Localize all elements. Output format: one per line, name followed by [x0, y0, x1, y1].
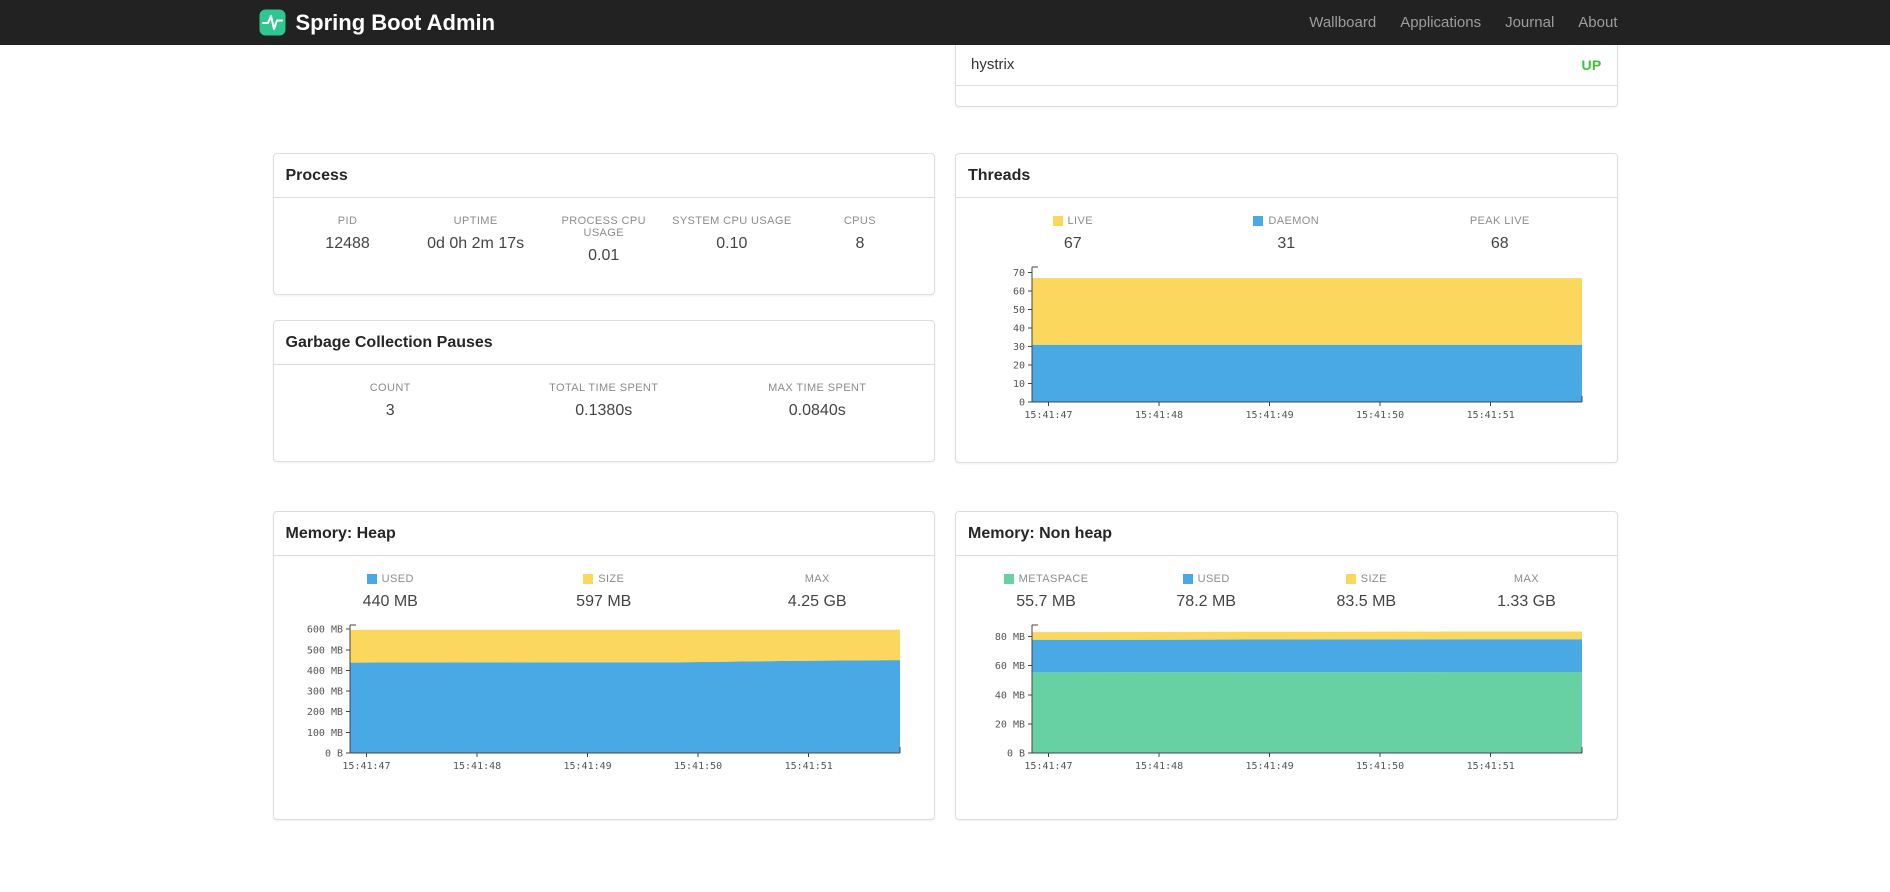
nav-link-wallboard[interactable]: Wallboard — [1297, 14, 1388, 31]
legend-item-daemon: DAEMON 31 — [1180, 215, 1394, 253]
memory-nonheap-chart: 0 B 20 MB 40 MB 60 MB 80 MB 15:41:47 15:41:48 1… — [962, 619, 1617, 788]
memory-heap-legend: USED 440 MB SIZE 597 MB MAX 4.25 GB — [274, 556, 935, 611]
legend-item-heap-max: MAX 4.25 GB — [787, 573, 847, 610]
svg-text:15:41:48: 15:41:48 — [453, 761, 501, 772]
svg-text:30: 30 — [1013, 342, 1025, 353]
svg-text:80 MB: 80 MB — [995, 632, 1025, 643]
svg-text:20: 20 — [1013, 361, 1025, 372]
stat-gc-max-time: MAX TIME SPENT 0.0840s — [768, 382, 867, 419]
legend-swatch-daemon — [1253, 216, 1264, 226]
gc-card-title: Garbage Collection Pauses — [273, 321, 934, 365]
svg-text:60 MB: 60 MB — [995, 661, 1025, 672]
health-card: hystrix UP — [955, 45, 1618, 107]
stat-pid: PID 12488 — [325, 215, 370, 252]
legend-swatch-nonheap-size — [1345, 574, 1356, 584]
memory-nonheap-card: Memory: Non heap METASPACE 55.7 MB USED — [955, 511, 1618, 820]
svg-text:15:41:50: 15:41:50 — [674, 761, 722, 772]
process-card: Process PID 12488 UPTIME 0d 0h 2m 17s PR… — [272, 153, 935, 295]
stat-gc-count: COUNT 3 — [369, 382, 411, 419]
svg-text:15:41:49: 15:41:49 — [1246, 410, 1294, 421]
legend-item-peak-live: PEAK LIVE 68 — [1469, 215, 1530, 252]
legend-item-nonheap-used: USED 78.2 MB — [1176, 573, 1236, 610]
threads-chart: 0 10 20 30 40 50 60 70 15:41:47 15:41:48 15:41:49 1… — [962, 261, 1617, 437]
process-stats: PID 12488 UPTIME 0d 0h 2m 17s PROCESS CP… — [274, 198, 935, 265]
svg-text:10: 10 — [1013, 379, 1025, 390]
svg-text:70: 70 — [1013, 268, 1025, 279]
svg-text:20 MB: 20 MB — [995, 719, 1025, 730]
svg-text:300 MB: 300 MB — [306, 687, 342, 698]
svg-text:400 MB: 400 MB — [306, 666, 342, 677]
svg-text:15:41:50: 15:41:50 — [1356, 761, 1404, 772]
svg-text:200 MB: 200 MB — [306, 707, 342, 718]
svg-text:15:41:48: 15:41:48 — [1135, 410, 1183, 421]
memory-heap-card-title: Memory: Heap — [273, 512, 934, 556]
svg-text:40: 40 — [1013, 324, 1025, 335]
legend-item-nonheap-max: MAX 1.33 GB — [1497, 573, 1556, 610]
main-content: hystrix UP Process PID 12488 UPTIME 0d 0… — [272, 45, 1618, 890]
svg-text:15:41:51: 15:41:51 — [1467, 410, 1515, 421]
stat-gc-total-time: TOTAL TIME SPENT 0.1380s — [549, 382, 659, 419]
threads-legend: LIVE 67 DAEMON 31 PEAK LIVE 68 — [956, 198, 1617, 253]
nav-link-applications[interactable]: Applications — [1388, 14, 1493, 31]
svg-text:100 MB: 100 MB — [306, 728, 342, 739]
memory-heap-card: Memory: Heap USED 440 MB SIZE 597 MB MAX… — [272, 511, 935, 820]
brand-title: Spring Boot Admin — [295, 9, 496, 35]
legend-item-metaspace: METASPACE 55.7 MB — [966, 573, 1126, 611]
svg-text:60: 60 — [1013, 287, 1025, 298]
svg-text:15:41:47: 15:41:47 — [342, 761, 390, 772]
svg-text:15:41:49: 15:41:49 — [563, 761, 611, 772]
memory-heap-chart: 0 B 100 MB 200 MB 300 MB 400 MB 500 MB 600 MB 1… — [280, 619, 935, 788]
svg-text:15:41:50: 15:41:50 — [1356, 410, 1404, 421]
stat-process-cpu: PROCESS CPU USAGE 0.01 — [561, 215, 646, 264]
svg-text:600 MB: 600 MB — [306, 625, 342, 636]
process-card-title: Process — [273, 154, 934, 198]
health-row-hystrix: hystrix UP — [956, 45, 1617, 86]
svg-text:500 MB: 500 MB — [306, 645, 342, 656]
legend-swatch-heap-size — [583, 574, 594, 584]
legend-swatch-heap-used — [366, 574, 377, 584]
svg-text:0: 0 — [1019, 398, 1025, 409]
svg-text:15:41:48: 15:41:48 — [1135, 761, 1183, 772]
legend-item-nonheap-size: SIZE 83.5 MB — [1336, 573, 1397, 610]
legend-item-heap-size: SIZE 597 MB — [576, 573, 632, 610]
nav-links: Wallboard Applications Journal About — [1297, 14, 1617, 31]
legend-swatch-live — [1052, 216, 1063, 226]
svg-text:15:41:49: 15:41:49 — [1246, 761, 1294, 772]
svg-text:50: 50 — [1013, 305, 1025, 316]
svg-text:15:41:47: 15:41:47 — [1024, 410, 1072, 421]
stat-uptime: UPTIME 0d 0h 2m 17s — [427, 215, 525, 252]
svg-text:0 B: 0 B — [324, 749, 342, 760]
brand-link[interactable]: Spring Boot Admin — [259, 9, 496, 36]
memory-nonheap-card-title: Memory: Non heap — [956, 512, 1617, 556]
legend-item-live: LIVE 67 — [966, 215, 1180, 253]
svg-text:15:41:47: 15:41:47 — [1024, 761, 1072, 772]
legend-swatch-metaspace — [1003, 574, 1014, 584]
legend-item-heap-used: USED 440 MB — [362, 573, 418, 610]
legend-swatch-nonheap-used — [1182, 574, 1193, 584]
spring-boot-admin-logo-icon — [259, 9, 286, 36]
memory-nonheap-legend: METASPACE 55.7 MB USED 78.2 MB SIZE 83.5… — [956, 556, 1617, 611]
navbar: Spring Boot Admin Wallboard Applications… — [0, 0, 1890, 45]
svg-text:15:41:51: 15:41:51 — [784, 761, 832, 772]
threads-card-title: Threads — [956, 154, 1617, 198]
gc-stats: COUNT 3 TOTAL TIME SPENT 0.1380s MAX TIM… — [274, 365, 935, 420]
status-badge: UP — [1581, 56, 1602, 73]
threads-card: Threads LIVE 67 DAEMON 31 PEAK LIVE 68 0… — [955, 153, 1618, 463]
nav-link-about[interactable]: About — [1566, 14, 1617, 31]
svg-text:0 B: 0 B — [1007, 749, 1025, 760]
svg-text:40 MB: 40 MB — [995, 690, 1025, 701]
health-service-name: hystrix — [971, 56, 1015, 73]
nav-link-journal[interactable]: Journal — [1493, 14, 1566, 31]
stat-cpus: CPUS 8 — [843, 215, 876, 252]
gc-card: Garbage Collection Pauses COUNT 3 TOTAL … — [272, 320, 935, 462]
stat-system-cpu: SYSTEM CPU USAGE 0.10 — [672, 215, 792, 252]
svg-text:15:41:51: 15:41:51 — [1467, 761, 1515, 772]
